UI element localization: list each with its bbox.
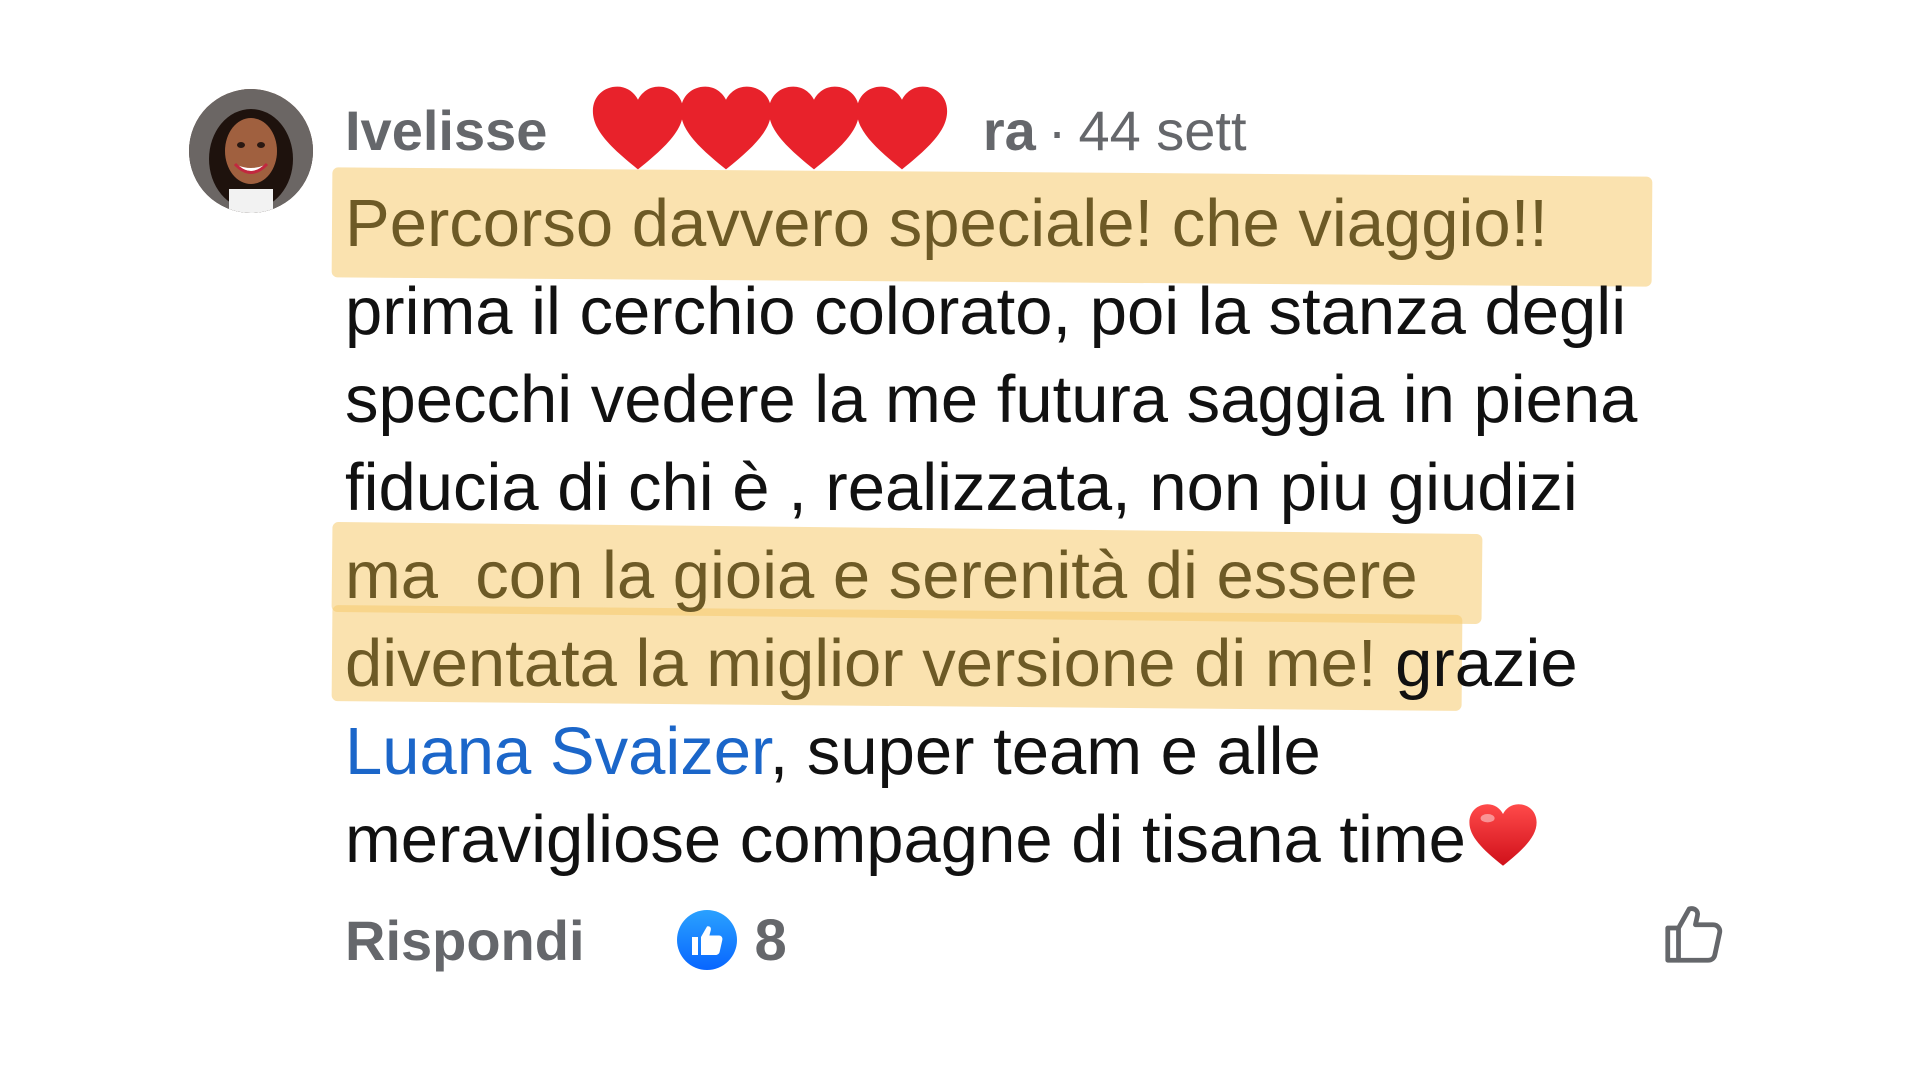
comment-actions: Rispondi 8 bbox=[345, 900, 1725, 980]
thumbs-up-outline-icon bbox=[1665, 906, 1723, 963]
reaction-count: 8 bbox=[754, 907, 787, 973]
highlighted-text: diventata la miglior versione di me! bbox=[345, 626, 1377, 701]
comment-line: specchi vedere la me futura saggia in pi… bbox=[345, 356, 1765, 444]
avatar[interactable] bbox=[189, 89, 313, 213]
like-reaction-icon bbox=[676, 910, 737, 970]
reply-button[interactable]: Rispondi bbox=[345, 908, 585, 973]
comment-header: Ivelisse Nnnnn Nnnnnnra · 44 sett bbox=[345, 86, 1247, 169]
comment-line: meravigliose compagne di tisana time bbox=[345, 796, 1765, 884]
like-button[interactable] bbox=[1663, 904, 1725, 969]
avatar-portrait-icon bbox=[189, 89, 313, 213]
highlighted-text: Percorso davvero speciale! che viaggio!! bbox=[345, 186, 1548, 261]
comment-text: grazie bbox=[1376, 626, 1578, 701]
comment-text: meravigliose compagne di tisana time bbox=[345, 802, 1466, 877]
comment-text: fiducia di chi è , realizzata, non piu g… bbox=[345, 450, 1578, 525]
heart-icon bbox=[856, 86, 948, 169]
comment-body: Percorso davvero speciale! che viaggio!!… bbox=[345, 180, 1765, 884]
comment-text: prima il cerchio colorato, poi la stanza… bbox=[345, 274, 1627, 349]
meta-separator: · bbox=[1047, 98, 1067, 162]
comment-card: Ivelisse Nnnnn Nnnnnnra · 44 sett Percor… bbox=[0, 0, 1920, 1080]
comment-line: Percorso davvero speciale! che viaggio!! bbox=[345, 180, 1765, 268]
comment-line: Luana Svaizer, super team e alle bbox=[345, 708, 1765, 796]
author-first-name[interactable]: Ivelisse bbox=[345, 99, 547, 162]
comment-line: diventata la miglior versione di me! gra… bbox=[345, 620, 1765, 708]
comment-text: specchi vedere la me futura saggia in pi… bbox=[345, 362, 1638, 437]
redaction-hearts bbox=[591, 84, 948, 172]
mention-link[interactable]: Luana Svaizer bbox=[345, 714, 770, 789]
heart-icon bbox=[768, 86, 860, 169]
author-name[interactable]: Ivelisse Nnnnn Nnnnnnra bbox=[345, 86, 1036, 169]
comment-line: fiducia di chi è , realizzata, non piu g… bbox=[345, 444, 1765, 532]
comment-timestamp[interactable]: 44 sett bbox=[1078, 98, 1246, 163]
heart-icon bbox=[680, 86, 772, 169]
comment-line: prima il cerchio colorato, poi la stanza… bbox=[345, 268, 1765, 356]
heart-emoji-icon bbox=[1468, 802, 1538, 890]
heart-icon bbox=[592, 86, 684, 169]
comment-line: ma con la gioia e serenità di essere bbox=[345, 532, 1765, 620]
reaction-summary[interactable]: 8 bbox=[676, 907, 787, 974]
highlighted-text: ma con la gioia e serenità di essere bbox=[345, 538, 1418, 613]
comment-text: , super team e alle bbox=[769, 714, 1321, 789]
